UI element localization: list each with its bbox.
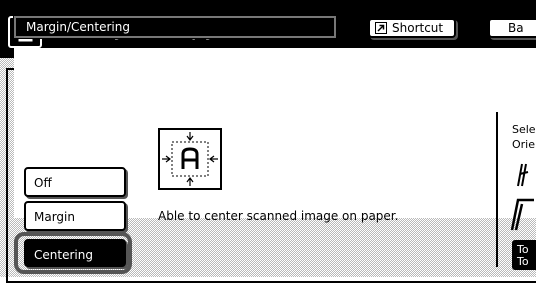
back-label: Ba xyxy=(508,21,524,35)
panel-header: Margin/Centering xyxy=(13,15,337,39)
centering-button[interactable]: Centering xyxy=(24,239,126,267)
off-label: Off xyxy=(34,176,52,190)
description-text: Able to center scanned image on paper. xyxy=(158,209,399,223)
side-text-line1: Sele xyxy=(512,123,536,136)
landscape-orientation-icon[interactable] xyxy=(508,196,536,238)
orientation-top-button[interactable]: To To xyxy=(512,240,536,270)
margin-button[interactable]: Margin xyxy=(24,201,126,231)
vertical-divider xyxy=(496,112,498,267)
panel-title: Margin/Centering xyxy=(26,20,130,34)
centering-diagram-icon xyxy=(158,128,222,190)
shortcut-arrow-icon xyxy=(375,22,387,34)
centering-label: Centering xyxy=(34,248,93,262)
shortcut-label: Shortcut xyxy=(392,21,444,35)
orientation-button-line2: To xyxy=(517,255,529,268)
back-button[interactable]: Ba xyxy=(488,18,536,38)
shortcut-button[interactable]: Shortcut xyxy=(368,18,456,38)
off-button[interactable]: Off xyxy=(24,167,126,197)
margin-label: Margin xyxy=(34,210,75,224)
portrait-orientation-icon[interactable] xyxy=(510,160,536,194)
side-text-line2: Orie xyxy=(512,138,536,151)
